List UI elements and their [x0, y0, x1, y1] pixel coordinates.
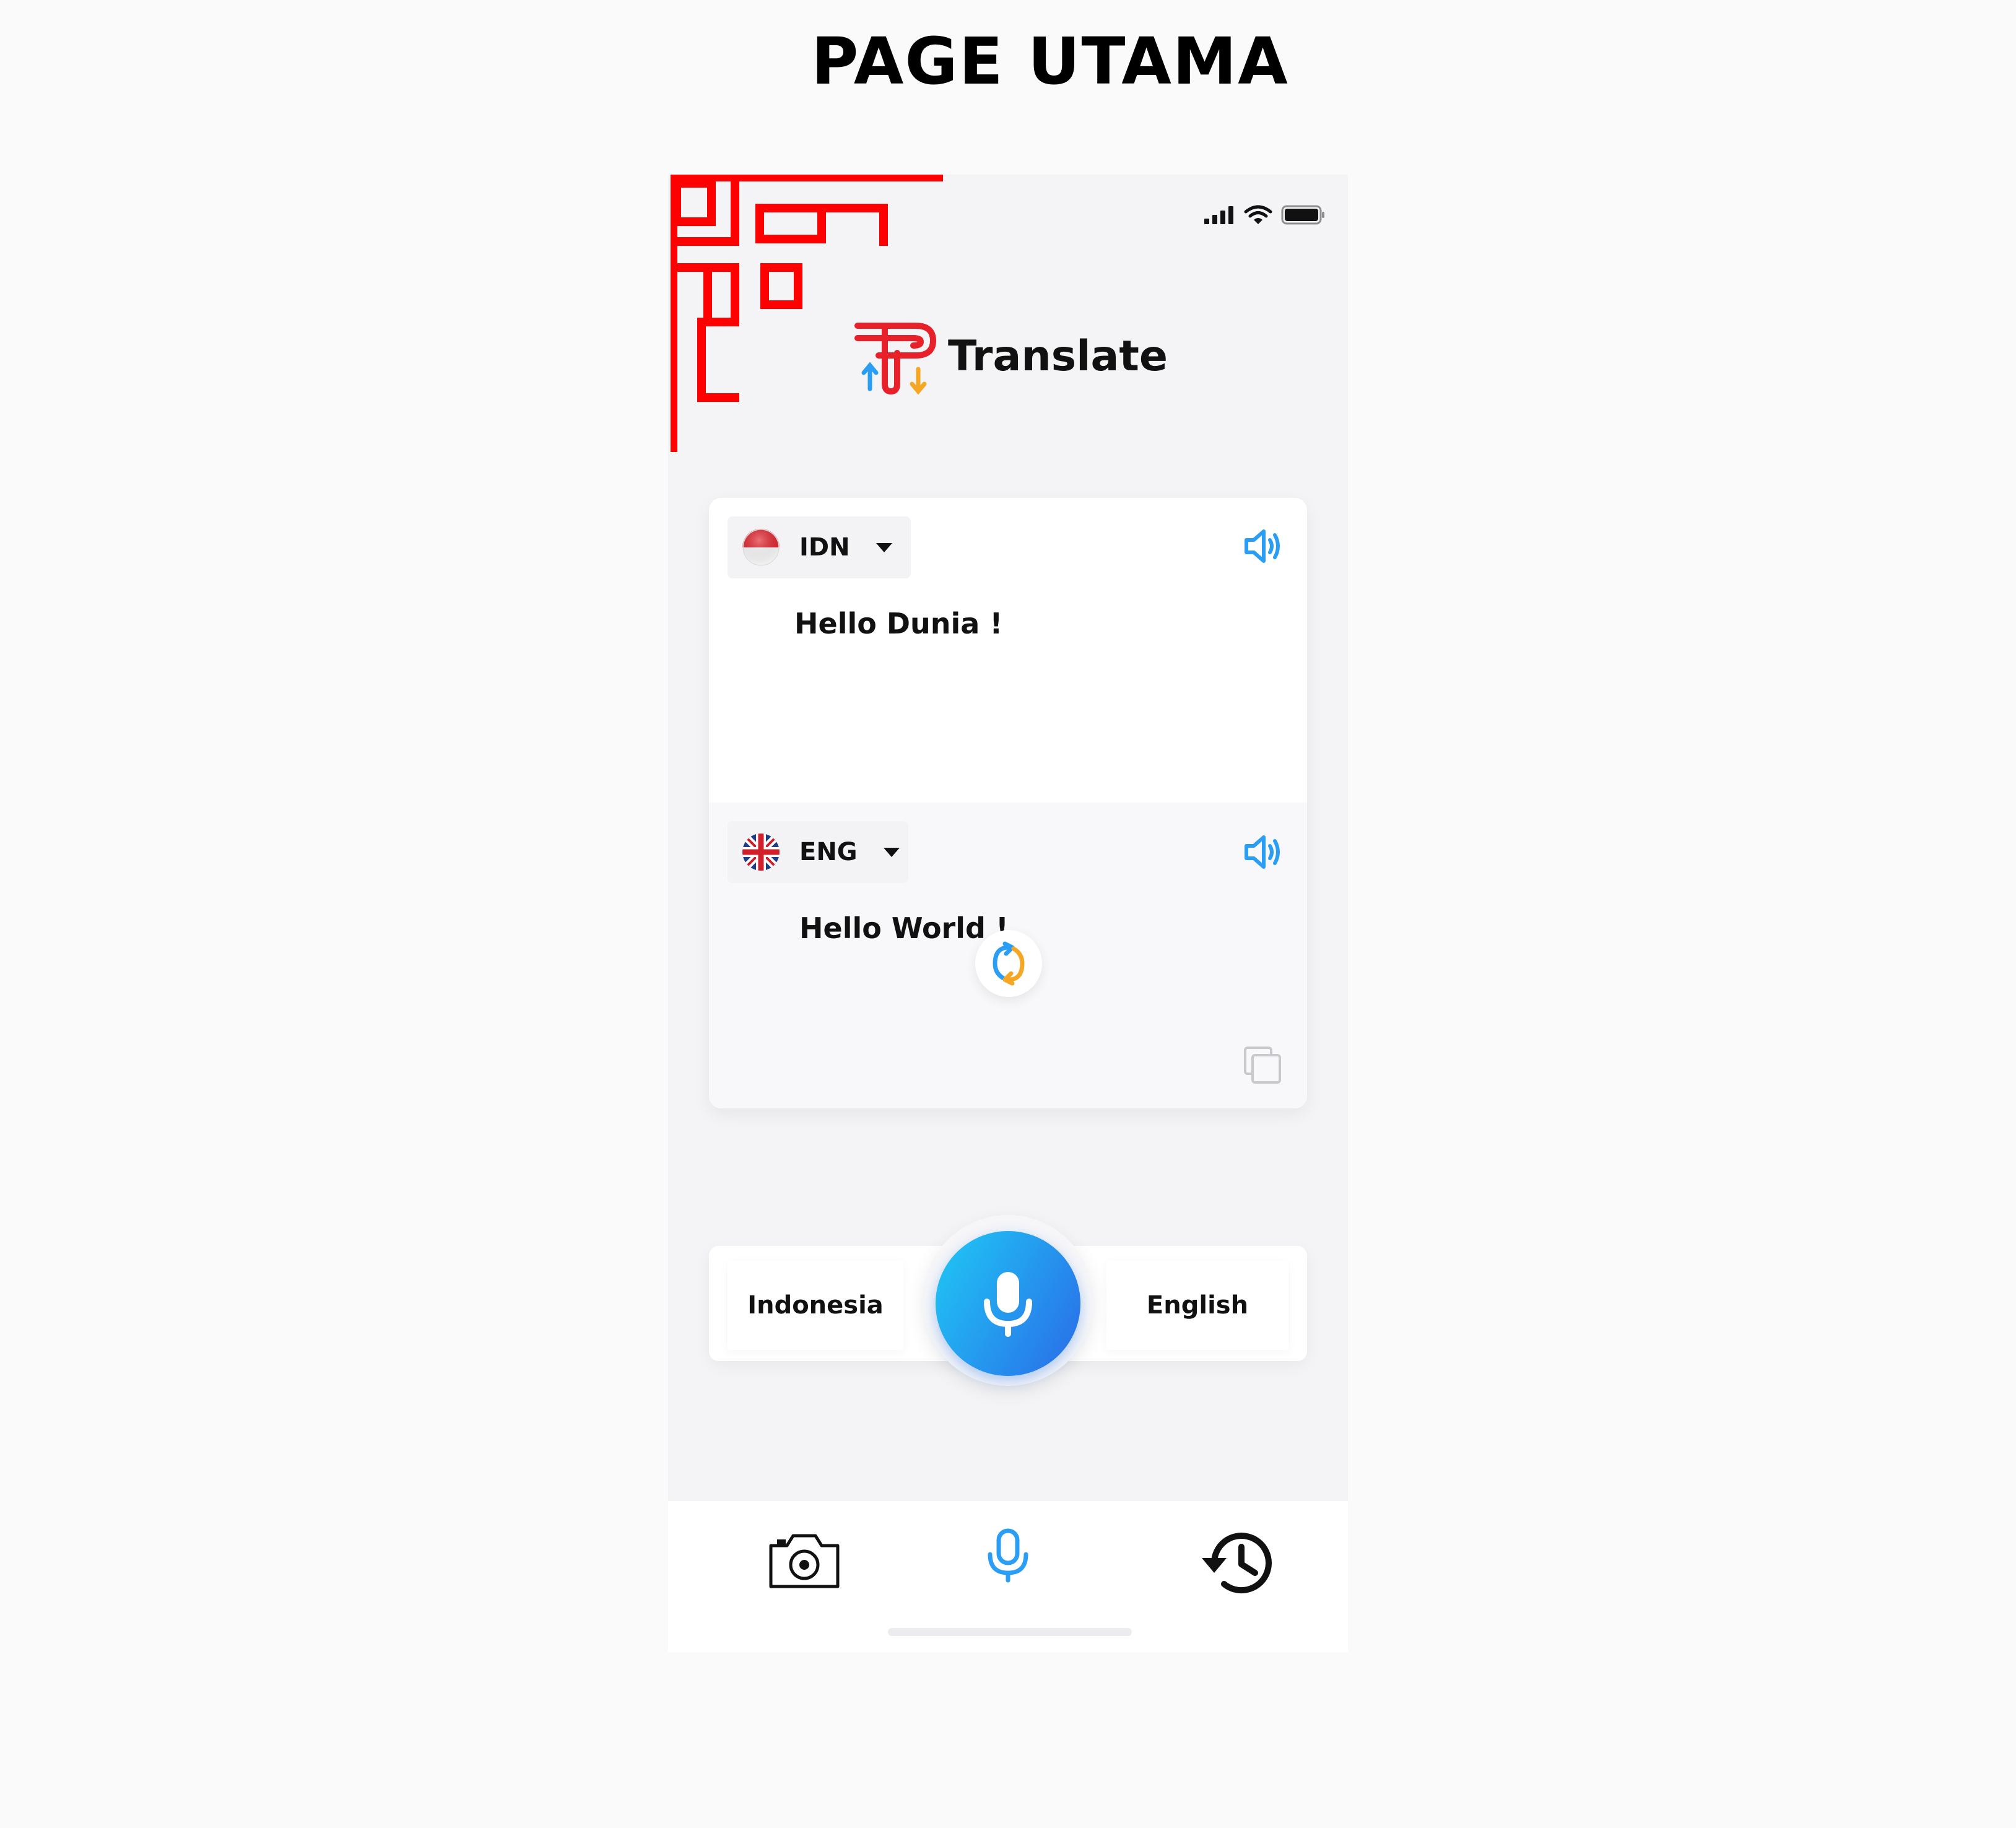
battery-icon: [1281, 205, 1324, 225]
home-indicator[interactable]: [888, 1628, 1132, 1636]
source-speaker-icon[interactable]: [1244, 529, 1282, 564]
page-heading: PAGE UTAMA: [811, 24, 1289, 99]
bottom-navigation: [668, 1501, 1348, 1652]
chevron-down-icon: [875, 542, 892, 552]
target-text[interactable]: Hello World !: [799, 912, 1009, 945]
target-language-code: ENG: [799, 838, 858, 866]
signal-icon: [1204, 206, 1233, 224]
source-language-code: IDN: [799, 533, 850, 562]
microphone-icon[interactable]: [985, 1528, 1031, 1584]
source-text[interactable]: Hello Dunia !: [794, 607, 1002, 640]
source-language-selector[interactable]: IDN: [728, 516, 911, 578]
swap-icon: [993, 941, 1025, 986]
wifi-icon: [1244, 205, 1272, 224]
microphone-icon: [984, 1272, 1032, 1337]
translation-card: IDN Hello Dunia ! ENG Hello World !: [709, 498, 1307, 1108]
uk-flag-icon: [742, 833, 780, 871]
status-bar: [1203, 204, 1326, 225]
mic-button[interactable]: [936, 1231, 1080, 1376]
swap-languages-button[interactable]: [975, 930, 1042, 997]
target-language-selector[interactable]: ENG: [728, 821, 908, 883]
history-icon[interactable]: [1196, 1526, 1280, 1600]
translate-logo-icon: [854, 323, 936, 395]
camera-icon[interactable]: [767, 1532, 841, 1589]
app-title: Translate: [948, 331, 1168, 381]
corner-ornament: [671, 175, 943, 452]
indonesia-flag-icon: [742, 529, 780, 566]
target-speaker-icon[interactable]: [1244, 835, 1282, 869]
app-logo: Translate: [854, 317, 1168, 395]
phone-screen: Translate IDN Hello Dunia ! ENG Hello Wo…: [668, 175, 1348, 1652]
chevron-down-icon: [883, 847, 900, 857]
language-option-right[interactable]: English: [1106, 1261, 1288, 1350]
language-option-left[interactable]: Indonesia: [728, 1261, 903, 1350]
copy-icon[interactable]: [1243, 1045, 1282, 1085]
